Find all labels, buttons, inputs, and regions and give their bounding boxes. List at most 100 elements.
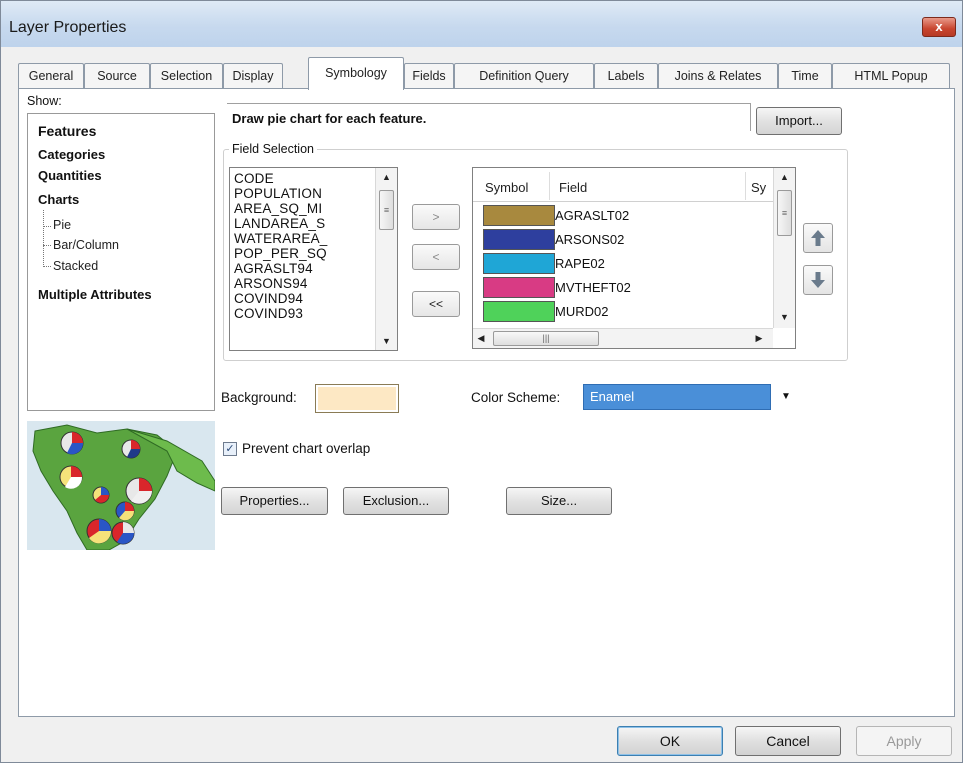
- available-fields-list[interactable]: CODE POPULATION AREA_SQ_MI LANDAREA_S WA…: [229, 167, 398, 351]
- exclusion-button[interactable]: Exclusion...: [343, 487, 449, 515]
- list-item[interactable]: CODE: [234, 171, 274, 186]
- prevent-overlap-checkbox[interactable]: ✓: [223, 442, 237, 456]
- background-color-picker[interactable]: [315, 384, 399, 413]
- color-swatch[interactable]: [483, 301, 555, 322]
- list-item[interactable]: WATERAREA_: [234, 231, 328, 246]
- tree-connector: [43, 245, 51, 246]
- pie-chart-symbol: [92, 486, 110, 504]
- apply-button[interactable]: Apply: [856, 726, 952, 756]
- scroll-thumb[interactable]: |||: [493, 331, 599, 346]
- map-illustration: [32, 424, 216, 551]
- chart-preview-map: [27, 421, 216, 551]
- tab-strip: General Source Selection Display Symbolo…: [18, 57, 958, 90]
- tree-item-charts[interactable]: Charts: [38, 192, 79, 207]
- pie-chart-symbol: [111, 521, 135, 545]
- tab-symbology[interactable]: Symbology: [308, 57, 404, 90]
- fields-vertical-scrollbar[interactable]: ▲ ≡ ▼: [375, 168, 397, 350]
- list-item[interactable]: ARSONS94: [234, 276, 308, 291]
- pie-chart-symbol: [121, 439, 141, 459]
- scroll-thumb[interactable]: ≡: [777, 190, 792, 236]
- pie-chart-symbol: [60, 431, 84, 455]
- list-item[interactable]: AREA_SQ_MI: [234, 201, 322, 216]
- show-tree: Features Categories Quantities Charts Pi…: [27, 113, 215, 411]
- pie-chart-symbol: [59, 465, 83, 489]
- color-scheme-label: Color Scheme:: [471, 390, 561, 405]
- column-header-extra[interactable]: Sy: [751, 180, 766, 195]
- renderer-description: Draw pie chart for each feature.: [227, 103, 751, 131]
- show-label: Show:: [27, 94, 62, 108]
- tree-item-bar-column[interactable]: Bar/Column: [53, 238, 119, 252]
- scroll-down-arrow-icon[interactable]: ▼: [774, 312, 795, 322]
- scroll-left-arrow-icon[interactable]: ◀: [475, 333, 487, 344]
- tree-item-categories[interactable]: Categories: [38, 147, 105, 162]
- layer-properties-dialog: Layer Properties x General Source Select…: [0, 0, 963, 763]
- list-item[interactable]: COVIND93: [234, 306, 303, 321]
- tree-item-pie[interactable]: Pie: [53, 218, 71, 232]
- tree-connector: [43, 266, 51, 267]
- tab-joins-relates[interactable]: Joins & Relates: [658, 63, 778, 89]
- selected-fields-table[interactable]: Symbol Field Sy AGRASLT02 ARSONS02 RAPE0…: [472, 167, 796, 349]
- column-divider: [549, 172, 550, 200]
- column-divider: [745, 172, 746, 200]
- tree-item-features[interactable]: Features: [38, 123, 96, 139]
- remove-all-fields-button[interactable]: <<: [412, 291, 460, 317]
- tree-connector: [43, 210, 44, 267]
- move-up-button[interactable]: [803, 223, 833, 253]
- field-name: MVTHEFT02: [555, 280, 631, 295]
- tree-item-stacked[interactable]: Stacked: [53, 259, 98, 273]
- down-arrow-icon: [811, 272, 825, 288]
- list-item[interactable]: LANDAREA_S: [234, 216, 325, 231]
- list-item[interactable]: AGRASLT94: [234, 261, 313, 276]
- color-swatch[interactable]: [483, 205, 555, 226]
- pie-chart-symbol: [125, 477, 153, 505]
- column-header-symbol[interactable]: Symbol: [485, 180, 528, 195]
- list-item[interactable]: POPULATION: [234, 186, 322, 201]
- color-swatch[interactable]: [483, 229, 555, 250]
- list-item[interactable]: COVIND94: [234, 291, 303, 306]
- close-button[interactable]: x: [922, 17, 956, 37]
- color-swatch[interactable]: [483, 277, 555, 298]
- color-swatch[interactable]: [483, 253, 555, 274]
- list-item[interactable]: POP_PER_SQ: [234, 246, 327, 261]
- up-arrow-icon: [811, 230, 825, 246]
- size-button[interactable]: Size...: [506, 487, 612, 515]
- tab-html-popup[interactable]: HTML Popup: [832, 63, 950, 89]
- scroll-up-arrow-icon[interactable]: ▲: [774, 172, 795, 182]
- ok-button[interactable]: OK: [617, 726, 723, 756]
- scroll-right-arrow-icon[interactable]: ▶: [753, 333, 765, 344]
- tree-item-quantities[interactable]: Quantities: [38, 168, 102, 183]
- scroll-up-arrow-icon[interactable]: ▲: [376, 172, 397, 182]
- scroll-thumb[interactable]: ≡: [379, 190, 394, 230]
- tab-source[interactable]: Source: [84, 63, 150, 89]
- tab-general[interactable]: General: [18, 63, 84, 89]
- add-field-button[interactable]: >: [412, 204, 460, 230]
- column-header-field[interactable]: Field: [559, 180, 587, 195]
- field-selection-label: Field Selection: [229, 142, 317, 156]
- pie-chart-symbol: [115, 501, 135, 521]
- tab-time[interactable]: Time: [778, 63, 832, 89]
- field-name: MURD02: [555, 304, 609, 319]
- import-button[interactable]: Import...: [756, 107, 842, 135]
- color-scheme-dropdown[interactable]: Enamel: [583, 384, 771, 410]
- window-title: Layer Properties: [9, 19, 127, 36]
- tab-selection[interactable]: Selection: [150, 63, 223, 89]
- tab-labels[interactable]: Labels: [594, 63, 658, 89]
- tab-display[interactable]: Display: [223, 63, 283, 89]
- table-vertical-scrollbar[interactable]: ▲ ≡ ▼: [773, 168, 795, 328]
- table-horizontal-scrollbar[interactable]: ◀ ||| ▶: [473, 328, 773, 348]
- prevent-overlap-label[interactable]: Prevent chart overlap: [242, 441, 370, 456]
- tree-connector: [43, 226, 51, 227]
- scroll-down-arrow-icon[interactable]: ▼: [376, 336, 397, 346]
- remove-field-button[interactable]: <: [412, 244, 460, 270]
- chevron-down-icon[interactable]: ▼: [771, 384, 801, 410]
- cancel-button[interactable]: Cancel: [735, 726, 841, 756]
- tree-item-multiple-attributes[interactable]: Multiple Attributes: [38, 287, 152, 302]
- title-bar: Layer Properties x: [1, 1, 962, 47]
- background-label: Background:: [221, 390, 297, 405]
- tab-definition-query[interactable]: Definition Query: [454, 63, 594, 89]
- pie-chart-symbol: [86, 518, 112, 544]
- field-name: RAPE02: [555, 256, 605, 271]
- properties-button[interactable]: Properties...: [221, 487, 328, 515]
- tab-fields[interactable]: Fields: [404, 63, 454, 89]
- move-down-button[interactable]: [803, 265, 833, 295]
